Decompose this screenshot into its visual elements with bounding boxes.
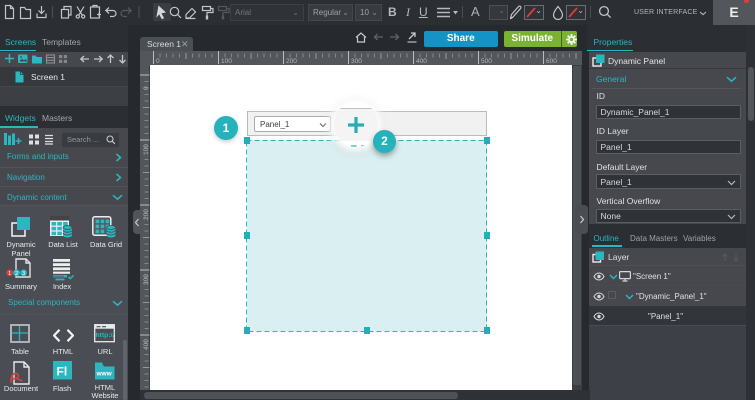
svg-text:http://: http:// [96, 332, 115, 339]
svg-text:3: 3 [22, 271, 25, 277]
svg-text:2: 2 [15, 271, 18, 277]
svg-text:600: 600 [546, 58, 557, 65]
svg-text:200: 200 [286, 58, 297, 65]
svg-text:0: 0 [156, 58, 160, 65]
svg-text:100: 100 [221, 58, 232, 65]
svg-text:500: 500 [481, 58, 492, 65]
svg-text:1: 1 [8, 271, 11, 277]
svg-text:www: www [96, 371, 113, 378]
svg-text:400: 400 [416, 58, 427, 65]
svg-text:Fl: Fl [57, 365, 68, 379]
svg-text:300: 300 [351, 58, 362, 65]
